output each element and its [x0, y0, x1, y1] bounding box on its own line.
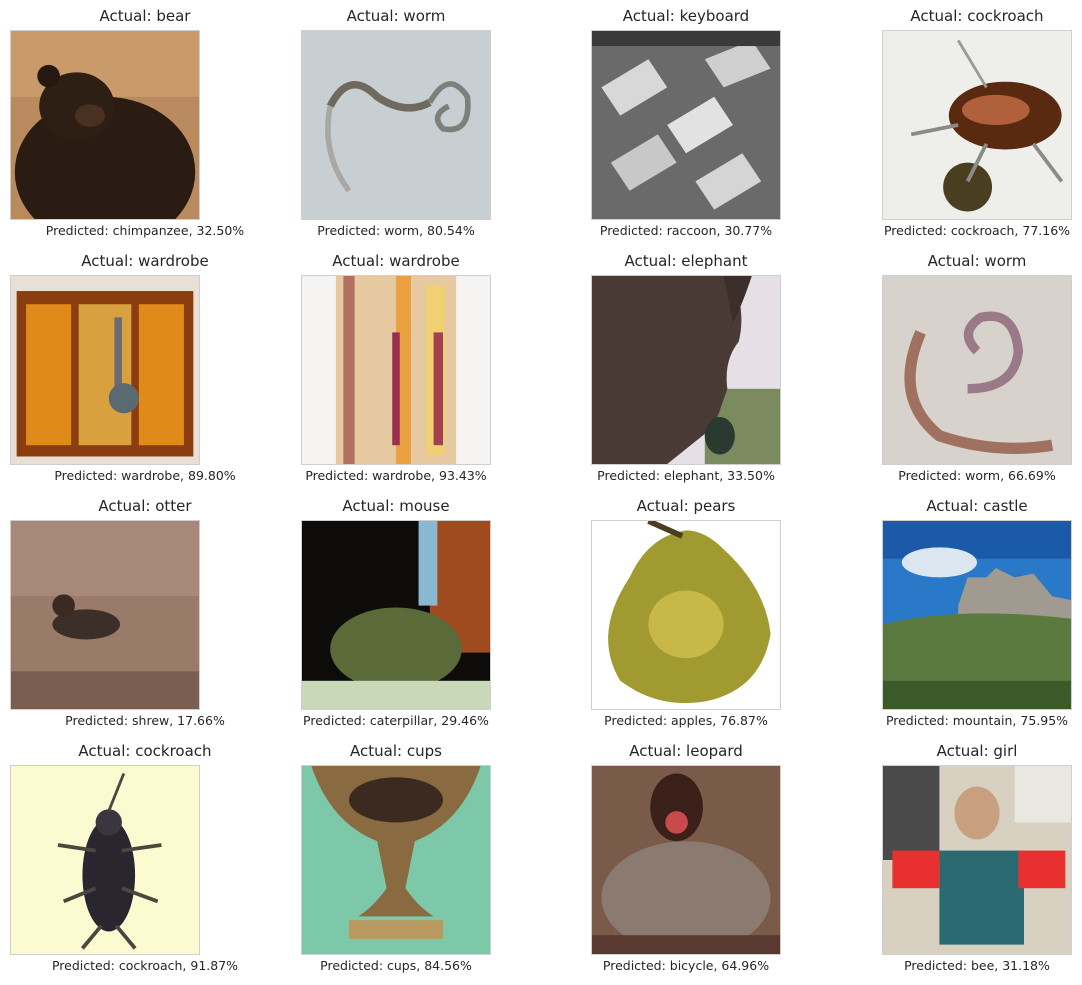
- predicted-label: Predicted: wardrobe, 89.80%: [54, 468, 236, 483]
- actual-label: Actual: pears: [636, 497, 736, 515]
- worm-image: [882, 275, 1072, 465]
- actual-label: Actual: girl: [936, 742, 1018, 760]
- predicted-label: Predicted: caterpillar, 29.46%: [303, 713, 489, 728]
- panel-1: Actual: bear Predicted: chimpanzee, 32.5…: [0, 0, 290, 238]
- actual-label: Actual: cups: [350, 742, 442, 760]
- predicted-label: Predicted: bee, 31.18%: [904, 958, 1050, 973]
- girl-image: [882, 765, 1072, 955]
- predicted-label: Predicted: raccoon, 30.77%: [599, 223, 773, 238]
- predicted-label: Predicted: shrew, 17.66%: [65, 713, 225, 728]
- actual-label: Actual: leopard: [629, 742, 743, 760]
- actual-label: Actual: castle: [926, 497, 1028, 515]
- actual-label: Actual: keyboard: [622, 7, 750, 25]
- panel-16: Actual: girl Predicted: bee, 31.18%: [832, 735, 1082, 973]
- keyboard-image: [591, 30, 781, 220]
- actual-label: Actual: worm: [927, 252, 1027, 270]
- predicted-label: Predicted: worm, 80.54%: [317, 223, 475, 238]
- panel-11: Actual: pears Predicted: apples, 76.87%: [541, 490, 831, 728]
- panel-12: Actual: castle Predicted: mountain, 75.9…: [832, 490, 1082, 728]
- predicted-label: Predicted: chimpanzee, 32.50%: [45, 223, 245, 238]
- panel-7: Actual: elephant Predicted: elephant, 33…: [541, 245, 831, 483]
- panel-3: Actual: keyboard Predicted: raccoon, 30.…: [541, 0, 831, 238]
- predicted-label: Predicted: wardrobe, 93.43%: [305, 468, 487, 483]
- panel-8: Actual: worm Predicted: worm, 66.69%: [832, 245, 1082, 483]
- leopard-image: [591, 765, 781, 955]
- cockroach-image: [10, 765, 200, 955]
- pear-image: [591, 520, 781, 710]
- panel-14: Actual: cups Predicted: cups, 84.56%: [251, 735, 541, 973]
- panel-13: Actual: cockroach Predicted: cockroach, …: [0, 735, 290, 973]
- panel-9: Actual: otter Predicted: shrew, 17.66%: [0, 490, 290, 728]
- mouse-image: [301, 520, 491, 710]
- actual-label: Actual: elephant: [624, 252, 748, 270]
- predicted-label: Predicted: cups, 84.56%: [320, 958, 472, 973]
- prediction-grid: Actual: bear Predicted: chimpanzee, 32.5…: [0, 0, 1082, 985]
- predicted-label: Predicted: worm, 66.69%: [898, 468, 1056, 483]
- bear-image: [10, 30, 200, 220]
- panel-6: Actual: wardrobe Predicted: wardrobe, 93…: [251, 245, 541, 483]
- actual-label: Actual: cockroach: [78, 742, 212, 760]
- actual-label: Actual: otter: [98, 497, 192, 515]
- worm-image: [301, 30, 491, 220]
- predicted-label: Predicted: mountain, 75.95%: [885, 713, 1069, 728]
- panel-5: Actual: wardrobe Predicted: wardrobe, 89…: [0, 245, 290, 483]
- actual-label: Actual: mouse: [342, 497, 450, 515]
- actual-label: Actual: wardrobe: [332, 252, 460, 270]
- predicted-label: Predicted: cockroach, 91.87%: [51, 958, 239, 973]
- cup-image: [301, 765, 491, 955]
- cockroach-image: [882, 30, 1072, 220]
- predicted-label: Predicted: cockroach, 77.16%: [883, 223, 1071, 238]
- otter-image: [10, 520, 200, 710]
- panel-4: Actual: cockroach Predicted: cockroach, …: [832, 0, 1082, 238]
- panel-10: Actual: mouse Predicted: caterpillar, 29…: [251, 490, 541, 728]
- wardrobe-image: [10, 275, 200, 465]
- actual-label: Actual: cockroach: [910, 7, 1044, 25]
- castle-image: [882, 520, 1072, 710]
- actual-label: Actual: bear: [99, 7, 191, 25]
- wardrobe-image: [301, 275, 491, 465]
- actual-label: Actual: wardrobe: [81, 252, 209, 270]
- predicted-label: Predicted: apples, 76.87%: [604, 713, 768, 728]
- predicted-label: Predicted: elephant, 33.50%: [597, 468, 775, 483]
- actual-label: Actual: worm: [346, 7, 446, 25]
- elephant-image: [591, 275, 781, 465]
- panel-15: Actual: leopard Predicted: bicycle, 64.9…: [541, 735, 831, 973]
- predicted-label: Predicted: bicycle, 64.96%: [602, 958, 770, 973]
- panel-2: Actual: worm Predicted: worm, 80.54%: [251, 0, 541, 238]
